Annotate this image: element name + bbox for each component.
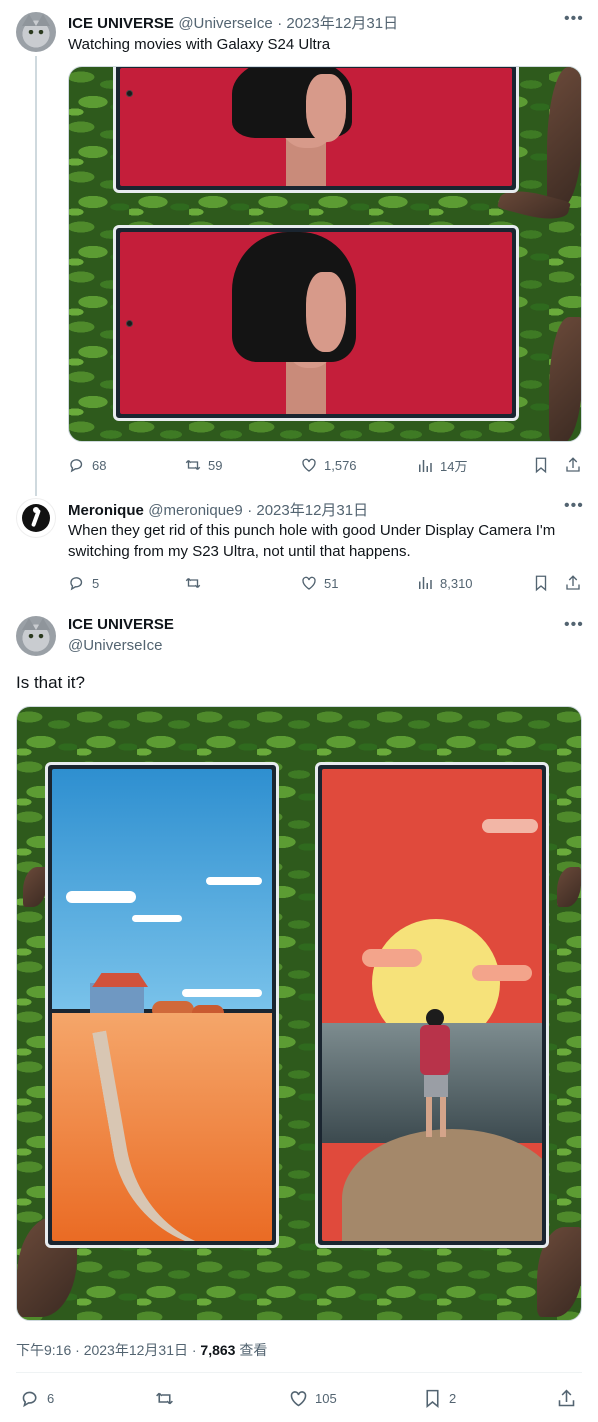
user-handle[interactable]: @UniverseIce [178, 15, 272, 32]
bookmark-button[interactable] [532, 456, 556, 474]
display-name[interactable]: ICE UNIVERSE [68, 616, 174, 634]
views-icon [419, 459, 432, 472]
reply-button[interactable]: 5 [68, 574, 99, 592]
thread-line [35, 56, 37, 496]
phone-left [45, 762, 279, 1248]
retweet-icon [185, 460, 201, 470]
reply-icon [70, 459, 83, 473]
like-button[interactable]: 1,576 [300, 456, 357, 474]
reply-icon [22, 1391, 37, 1408]
divider [16, 1372, 582, 1373]
bookmark-icon [535, 575, 547, 592]
tweet-actions: 6 105 2 [16, 1388, 582, 1410]
tweet-actions: 68 59 1,576 14万 [68, 456, 582, 476]
share-icon [558, 1389, 575, 1407]
share-button[interactable] [556, 1388, 583, 1409]
share-icon [566, 575, 580, 590]
retweet-button[interactable]: 59 [184, 456, 222, 474]
bookmark-button[interactable]: 2 [422, 1388, 456, 1409]
retweet-icon [156, 1392, 173, 1405]
more-icon[interactable]: ••• [564, 497, 584, 515]
more-icon[interactable]: ••• [564, 10, 584, 28]
like-icon [302, 458, 316, 472]
tweet-image[interactable] [68, 66, 582, 442]
views-count: 8,310 [440, 575, 473, 591]
bookmark-icon [535, 457, 547, 474]
like-button[interactable]: 105 [288, 1388, 337, 1409]
reply-button[interactable]: 68 [68, 456, 106, 474]
view-count: 7,863 [200, 1342, 236, 1358]
like-count: 1,576 [324, 457, 357, 473]
reply-icon [70, 577, 83, 591]
phone-bottom [113, 225, 519, 421]
user-handle[interactable]: @UniverseIce [68, 637, 162, 654]
tweet-text: Is that it? [16, 673, 85, 692]
retweet-button[interactable] [184, 574, 208, 592]
display-name-text: ICE UNIVERSE [68, 616, 174, 633]
like-count: 51 [324, 575, 339, 591]
more-icon[interactable]: ••• [564, 616, 584, 634]
avatar[interactable] [16, 498, 56, 538]
views-count: 14万 [440, 459, 468, 474]
like-icon [290, 1391, 307, 1407]
tweet-image[interactable] [16, 706, 582, 1321]
tweet-header: Meronique @meronique9 · 2023年12月31日 [68, 499, 368, 520]
tweet-timestamp[interactable]: 下午9:16 · 2023年12月31日 · [16, 1342, 200, 1358]
display-name[interactable]: ICE UNIVERSE [68, 15, 174, 32]
bookmark-button[interactable] [532, 574, 556, 592]
share-button[interactable] [564, 574, 588, 592]
reply-button[interactable]: 6 [20, 1388, 54, 1409]
reply-count: 6 [47, 1391, 55, 1406]
share-button[interactable] [564, 456, 588, 474]
tweet-header: ICE UNIVERSE @UniverseIce · 2023年12月31日 [68, 12, 398, 33]
tweet-text: Watching movies with Galaxy S24 Ultra [68, 36, 331, 53]
tweet-date[interactable]: · 2023年12月31日 [277, 15, 398, 32]
share-icon [566, 457, 580, 472]
like-button[interactable]: 51 [300, 574, 338, 592]
phone-top [113, 67, 519, 193]
avatar[interactable] [16, 12, 56, 52]
tweet-meta: 下午9:16 · 2023年12月31日 · 7,863 查看 [16, 1340, 267, 1360]
tweet-date[interactable]: · 2023年12月31日 [247, 502, 368, 519]
bookmark-count: 2 [449, 1391, 457, 1406]
user-handle[interactable]: @meronique9 [148, 502, 242, 519]
retweet-icon [185, 578, 201, 588]
display-name[interactable]: Meronique [68, 502, 144, 519]
reply-count: 68 [92, 457, 107, 473]
views-button[interactable]: 14万 [416, 456, 467, 475]
phone-right [315, 762, 549, 1248]
like-count: 105 [315, 1391, 337, 1406]
tweet-text: When they get rid of this punch hole wit… [68, 522, 556, 560]
bookmark-icon [426, 1389, 439, 1409]
retweet-button[interactable] [154, 1388, 181, 1409]
views-button[interactable]: 8,310 [416, 574, 473, 592]
views-label: 查看 [235, 1342, 268, 1358]
retweet-count: 59 [208, 457, 223, 473]
like-icon [302, 576, 316, 590]
avatar[interactable] [16, 616, 56, 656]
tweet-actions: 5 51 8,310 [68, 574, 582, 594]
reply-count: 5 [92, 575, 100, 591]
views-icon [419, 577, 432, 589]
